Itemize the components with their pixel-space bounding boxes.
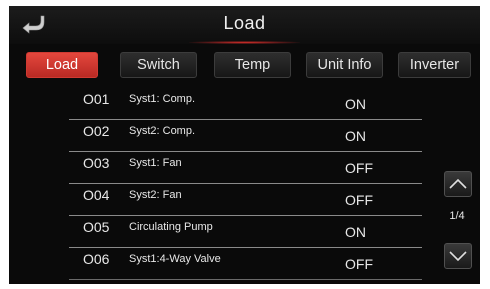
tab-switch[interactable]: Switch xyxy=(120,52,197,78)
tab-unit-info[interactable]: Unit Info xyxy=(306,52,383,78)
list-item: O06 Syst1:4-Way Valve OFF xyxy=(69,248,422,280)
output-state: ON xyxy=(345,224,366,240)
output-name: Syst1: Comp. xyxy=(129,93,196,105)
list-item: O03 Syst1: Fan OFF xyxy=(69,152,422,184)
output-code: O03 xyxy=(83,155,110,171)
output-state: OFF xyxy=(345,192,373,208)
output-name: Syst1:4-Way Valve xyxy=(129,253,221,265)
tab-inverter[interactable]: Inverter xyxy=(398,52,471,78)
output-name: Syst2: Comp. xyxy=(129,125,196,137)
list-item: O05 Circulating Pump ON xyxy=(69,216,422,248)
output-name: Syst2: Fan xyxy=(129,189,182,201)
top-bar: Load xyxy=(9,6,480,44)
chevron-down-icon xyxy=(449,251,467,262)
output-name: Syst1: Fan xyxy=(129,157,182,169)
chevron-up-icon xyxy=(449,178,467,189)
output-state: OFF xyxy=(345,160,373,176)
page-up-button[interactable] xyxy=(444,171,472,197)
page-title: Load xyxy=(223,13,266,33)
list-item: O01 Syst1: Comp. ON xyxy=(69,88,422,120)
list-item: O02 Syst2: Comp. ON xyxy=(69,120,422,152)
title-underline xyxy=(189,41,300,44)
load-list: O01 Syst1: Comp. ON O02 Syst2: Comp. ON … xyxy=(69,88,422,280)
output-code: O04 xyxy=(83,187,110,203)
output-state: ON xyxy=(345,96,366,112)
page-indicator: 1/4 xyxy=(449,210,465,222)
output-state: ON xyxy=(345,128,366,144)
output-state: OFF xyxy=(345,256,373,272)
output-code: O06 xyxy=(83,251,110,267)
tab-temp[interactable]: Temp xyxy=(214,52,291,78)
tab-load[interactable]: Load xyxy=(26,52,98,78)
list-item: O04 Syst2: Fan OFF xyxy=(69,184,422,216)
hmi-screen: Load Load Switch Temp Unit Info Inverter… xyxy=(9,6,480,284)
output-code: O02 xyxy=(83,123,110,139)
page-down-button[interactable] xyxy=(444,243,472,269)
output-name: Circulating Pump xyxy=(129,221,213,233)
output-code: O01 xyxy=(83,91,110,107)
tab-bar: Load Switch Temp Unit Info Inverter xyxy=(9,52,480,78)
output-code: O05 xyxy=(83,219,110,235)
